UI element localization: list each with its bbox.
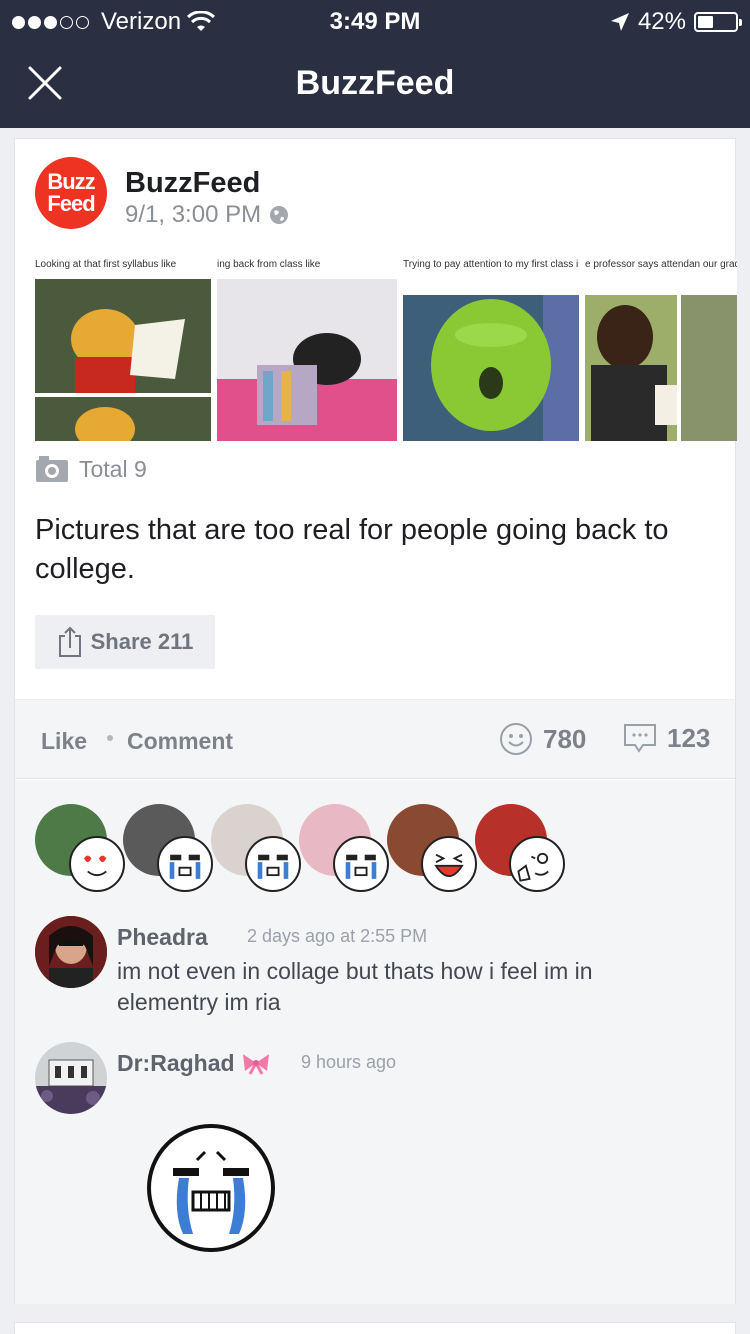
gallery-photo[interactable]: ing back from class like [217, 259, 397, 441]
pink-bow-icon [242, 1054, 269, 1075]
post-timestamp: 9/1, 3:00 PM [125, 201, 289, 229]
commenter-name[interactable]: Dr:Raghad [117, 1050, 271, 1077]
reactor-avatar[interactable] [387, 804, 477, 892]
speech-bubble-icon [624, 724, 656, 753]
heart-eyes-sticker-icon [69, 836, 125, 892]
reaction-count[interactable]: 780 [499, 722, 586, 756]
reactor-avatar[interactable] [475, 804, 565, 892]
person-on-bed-image [217, 279, 397, 441]
laughing-sticker-icon [421, 836, 477, 892]
crying-sticker-icon [157, 836, 213, 892]
post-header: Buzz Feed BuzzFeed 9/1, 3:00 PM [35, 157, 715, 231]
photo-total: Total 9 [35, 455, 147, 483]
battery-icon [694, 12, 742, 32]
location-arrow-icon [610, 13, 629, 31]
status-bar: Verizon 3:49 PM 42% [0, 0, 750, 40]
user-photo [35, 916, 107, 988]
next-post-card [14, 1322, 736, 1334]
comment-count[interactable]: 123 [623, 722, 710, 754]
green-monster-image [403, 295, 579, 441]
avatar[interactable] [35, 916, 107, 988]
comment-timestamp: 2 days ago at 2:55 PM [247, 926, 428, 946]
comment-item: Pheadra 2 days ago at 2:55 PM im not eve… [35, 916, 715, 1016]
share-button[interactable]: Share 211 [35, 615, 215, 669]
nav-bar: BuzzFeed [0, 40, 750, 128]
author-name[interactable]: BuzzFeed [125, 167, 260, 200]
gallery-photo[interactable]: Trying to pay attention to my first clas… [403, 259, 579, 441]
thumbs-up-sticker-icon [509, 836, 565, 892]
comments-section: Pheadra 2 days ago at 2:55 PM im not eve… [15, 780, 735, 1304]
crying-sticker-icon [245, 836, 301, 892]
post-text: Pictures that are too real for people go… [35, 514, 669, 585]
page-title: BuzzFeed [295, 64, 455, 102]
comment-text: im not even in collage but thats how i f… [117, 958, 593, 1015]
top-bar: Verizon 3:49 PM 42% BuzzFeed [0, 0, 750, 128]
battery-percent: 42% [637, 8, 686, 35]
user-photo [35, 1042, 107, 1114]
comment-button[interactable]: Comment [127, 728, 233, 755]
like-button[interactable]: Like [41, 728, 87, 755]
gallery-photo[interactable]: e professor says attendan our grade [585, 259, 737, 441]
crying-sticker-icon [333, 836, 389, 892]
commenter-name[interactable]: Pheadra [117, 924, 208, 951]
share-icon [58, 626, 81, 657]
gallery-photo[interactable]: Looking at that first syllabus like [35, 259, 211, 441]
comment-timestamp: 9 hours ago [301, 1052, 397, 1072]
reactor-avatar[interactable] [299, 804, 389, 892]
camera-icon [36, 456, 68, 482]
pooh-reading-image [35, 279, 211, 441]
post-actions-bar: Like Comment 780 123 [15, 699, 735, 779]
reactor-avatar[interactable] [35, 804, 125, 892]
student-paper-image [585, 295, 737, 441]
smiley-icon [500, 723, 532, 755]
buzzfeed-logo[interactable]: Buzz Feed [35, 157, 107, 229]
avatar[interactable] [35, 1042, 107, 1114]
post-card: Buzz Feed BuzzFeed 9/1, 3:00 PM Looking … [14, 138, 737, 1304]
reactor-avatar[interactable] [211, 804, 301, 892]
globe-icon [270, 206, 289, 224]
reactor-avatar[interactable] [123, 804, 213, 892]
separator-dot [107, 735, 113, 741]
crying-sticker-icon [147, 1124, 275, 1252]
photo-gallery[interactable]: Looking at that first syllabus like ing … [35, 259, 737, 441]
comment-item: Dr:Raghad 9 hours ago [35, 1042, 715, 1272]
